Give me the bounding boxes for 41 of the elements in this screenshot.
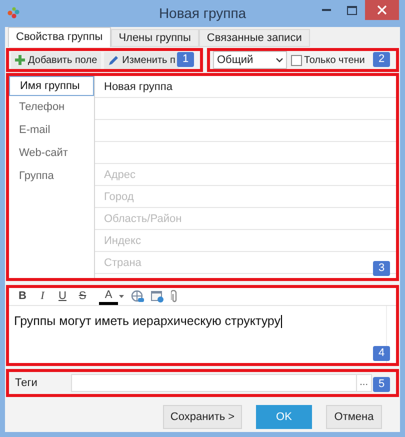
field-label[interactable]: Web-сайт [9,142,94,165]
field-label[interactable]: Телефон [9,96,94,119]
italic-button[interactable]: I [33,288,52,304]
callout-badge: 1 [177,52,194,67]
tab[interactable]: Свойства группы [8,27,111,47]
tags-field[interactable]: ... [71,374,372,392]
callout-badge: 3 [373,261,390,276]
pencil-icon [108,54,120,66]
plus-icon [15,55,25,65]
minimize-icon [322,8,330,12]
caret-icon[interactable] [119,295,124,298]
dialog-button[interactable]: Сохранить > [163,405,242,429]
checkbox[interactable] [291,54,302,66]
callout-badge: 2 [373,52,390,67]
dialog-button[interactable]: Отмена [326,405,382,429]
field-label[interactable]: Имя группы [9,76,94,96]
callout-badge: 4 [373,346,390,361]
toolbar-button[interactable]: Добавить поле [11,52,102,68]
font-color-button[interactable]: A [99,288,118,304]
field-label[interactable]: E-mail [9,119,94,142]
maximize-icon [347,6,357,14]
close-icon [377,5,387,15]
chevron-down-icon [276,58,283,62]
tags-label: Теги [15,376,38,391]
app-icon [7,6,20,19]
window-title: Новая группа [158,4,246,23]
tab[interactable]: Связанные записи [198,29,310,47]
calendar-clock-icon[interactable] [151,290,164,303]
globe-link-icon[interactable] [131,290,144,303]
strikethrough-button[interactable]: S [73,288,92,304]
close-button[interactable] [365,0,399,20]
field-label[interactable]: Группа [9,165,94,188]
checkbox-label[interactable]: Только чтени [304,52,365,68]
underline-button[interactable]: U [53,288,72,304]
browse-button[interactable]: ... [356,375,371,391]
dropdown[interactable]: Общий [213,51,287,69]
paperclip-icon[interactable] [171,290,178,303]
callout-badge: 5 [373,377,390,392]
tab[interactable]: Члены группы [110,29,199,47]
bold-button[interactable]: B [13,288,32,304]
toolbar-button[interactable]: Изменить п [104,52,180,68]
